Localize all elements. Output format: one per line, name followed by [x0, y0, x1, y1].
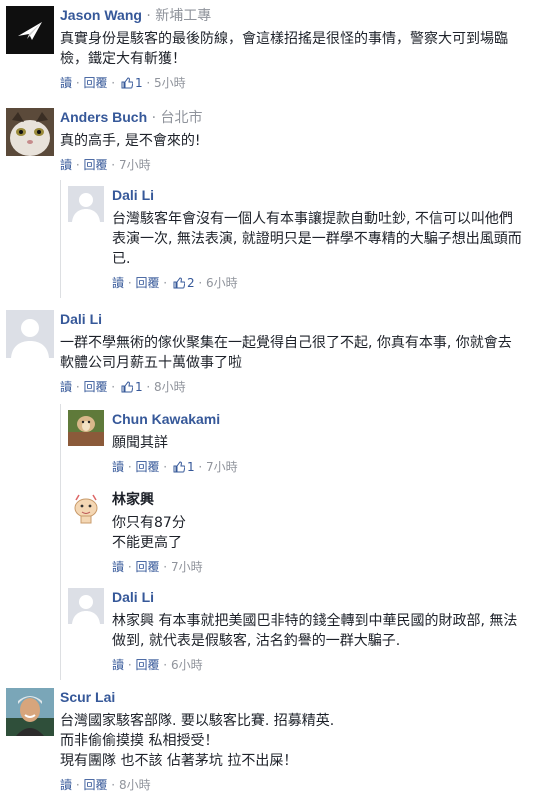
reply-thread-line [60, 404, 61, 680]
reply-link[interactable]: 回覆 [83, 380, 107, 394]
thumbs-up-icon [173, 277, 186, 293]
read-link[interactable]: 讀 [60, 380, 72, 394]
person-photo-icon [6, 688, 54, 736]
timestamp[interactable]: 6小時 [171, 658, 203, 672]
commenter-name[interactable]: Dali Li [112, 589, 154, 605]
avatar[interactable] [68, 186, 104, 222]
comment-actions: 讀 · 回覆 · 8小時 [60, 778, 151, 792]
timestamp[interactable]: 7小時 [171, 560, 203, 574]
comment-actions: 讀 · 回覆 · 7小時 [112, 560, 203, 574]
commenter-name[interactable]: Anders Buch [60, 109, 147, 125]
read-link[interactable]: 讀 [112, 658, 124, 672]
timestamp[interactable]: 7小時 [119, 158, 151, 172]
avatar[interactable] [6, 108, 54, 156]
read-link[interactable]: 讀 [60, 778, 72, 792]
thumbs-up-icon [121, 77, 134, 93]
like-count[interactable]: 2 [187, 276, 195, 290]
comment-text: 一群不學無術的傢伙聚集在一起覺得自己很了不起, 你真有本事, 你就會去 軟體公司… [60, 335, 512, 371]
comment-text: 願聞其詳 [112, 435, 168, 451]
comment-text: 真實身份是駭客的最後防線，會這樣招搖是很怪的事情，警察大可到場臨 檢，鐵定大有斬… [60, 31, 508, 67]
commenter-name[interactable]: Dali Li [112, 187, 154, 203]
thumbs-up-icon [121, 381, 134, 397]
commenter-name[interactable]: 林家興 [112, 491, 154, 507]
reply-link[interactable]: 回覆 [135, 276, 159, 290]
comment-actions: 讀 · 回覆 · 1 · 7小時 [112, 459, 552, 477]
comment-actions: 讀 · 回覆 · 7小時 [60, 158, 151, 172]
avatar[interactable] [6, 6, 54, 54]
read-link[interactable]: 讀 [60, 76, 72, 90]
default-profile-icon [68, 186, 104, 222]
comment-actions: 讀 · 回覆 · 2 · 6小時 [112, 275, 552, 293]
avatar[interactable] [6, 310, 54, 358]
commenter-name[interactable]: Scur Lai [60, 689, 115, 705]
commenter-location: · 新埔工專 [141, 8, 212, 24]
avatar[interactable] [68, 588, 104, 624]
comment-text: 你只有87分 不能更高了 [112, 515, 186, 551]
timestamp[interactable]: 5小時 [154, 76, 186, 90]
read-link[interactable]: 讀 [112, 560, 124, 574]
comment-actions: 讀 · 回覆 · 6小時 [112, 658, 203, 672]
avatar[interactable] [68, 490, 104, 526]
commenter-name[interactable]: Dali Li [60, 311, 102, 327]
reply-link[interactable]: 回覆 [83, 76, 107, 90]
cat-photo-icon [6, 108, 54, 156]
reply-link[interactable]: 回覆 [135, 560, 159, 574]
reply-link[interactable]: 回覆 [83, 158, 107, 172]
avatar[interactable] [68, 410, 104, 446]
commenter-name[interactable]: Jason Wang [60, 7, 142, 23]
thumbs-up-icon [173, 461, 186, 477]
like-count[interactable]: 1 [135, 76, 143, 90]
read-link[interactable]: 讀 [112, 460, 124, 474]
timestamp[interactable]: 6小時 [206, 276, 238, 290]
reply-thread-line [60, 180, 61, 298]
comment-actions: 讀 · 回覆 · 1 · 5小時 [60, 75, 556, 93]
reply-link[interactable]: 回覆 [83, 778, 107, 792]
commenter-name[interactable]: Chun Kawakami [112, 411, 220, 427]
reply-link[interactable]: 回覆 [135, 658, 159, 672]
reply-link[interactable]: 回覆 [135, 460, 159, 474]
comment-actions: 讀 · 回覆 · 1 · 8小時 [60, 379, 556, 397]
default-profile-icon [68, 588, 104, 624]
comment-text: 台灣國家駭客部隊. 要以駭客比賽. 招募精英. 而非偷偷摸摸 私相授受！ 現有團… [60, 713, 335, 769]
read-link[interactable]: 讀 [112, 276, 124, 290]
comment-text: 台灣駭客年會沒有一個人有本事讓提款自動吐鈔, 不信可以叫他們 表演一次, 無法表… [112, 211, 522, 267]
read-link[interactable]: 讀 [60, 158, 72, 172]
cartoon-character-icon [68, 490, 104, 526]
like-count[interactable]: 1 [187, 460, 195, 474]
default-profile-icon [6, 310, 54, 358]
commenter-location: · 台北市 [147, 110, 203, 126]
timestamp[interactable]: 7小時 [206, 460, 238, 474]
flower-photo-icon [68, 410, 104, 446]
timestamp[interactable]: 8小時 [154, 380, 186, 394]
like-count[interactable]: 1 [135, 380, 143, 394]
comment-text: 林家興 有本事就把美國巴非特的錢全轉到中華民國的財政部, 無法 做到, 就代表是… [112, 613, 518, 649]
paper-plane-icon [18, 22, 42, 40]
timestamp[interactable]: 8小時 [119, 778, 151, 792]
avatar[interactable] [6, 688, 54, 736]
comment-text: 真的高手, 是不會來的! [60, 133, 201, 149]
